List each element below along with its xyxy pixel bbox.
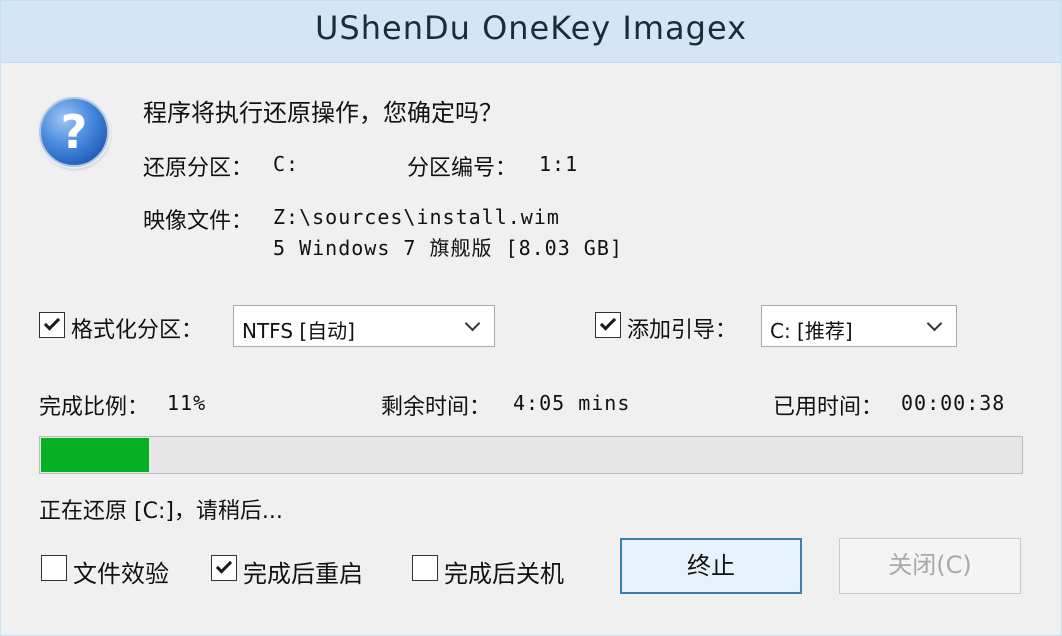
boot-select-value: C: [推荐] <box>770 319 853 343</box>
progress-fill <box>41 438 150 472</box>
title-bar[interactable]: UShenDu OneKey Imagex <box>1 1 1061 63</box>
checkmark-icon <box>599 314 617 331</box>
verify-files-label: 文件效验 <box>73 560 169 588</box>
chevron-down-icon <box>464 315 481 332</box>
stop-button[interactable]: 终止 <box>620 538 802 594</box>
image-file-label: 映像文件： <box>143 209 254 234</box>
remaining-time-label: 剩余时间： <box>381 395 492 420</box>
restart-after-label: 完成后重启 <box>243 560 363 588</box>
add-boot-checkbox[interactable] <box>595 312 621 338</box>
percent-label: 完成比例： <box>39 395 150 420</box>
dialog-window: UShenDu OneKey Imagex ? 程序将执行还原操作，您确定吗？ … <box>0 0 1062 636</box>
restore-partition-label: 还原分区： <box>143 156 254 181</box>
filesystem-select-value: NTFS [自动] <box>242 319 355 343</box>
format-partition-label: 格式化分区： <box>71 318 204 343</box>
status-text: 正在还原 [C:]，请稍后... <box>39 499 283 524</box>
image-file-detail: 5 Windows 7 旗舰版 [8.03 GB] <box>273 236 623 260</box>
boot-select[interactable]: C: [推荐] <box>761 305 957 347</box>
shutdown-after-label: 完成后关机 <box>444 560 564 588</box>
shutdown-after-checkbox[interactable] <box>412 555 438 581</box>
remaining-time-value: 4:05 mins <box>513 391 631 415</box>
chevron-down-icon <box>926 315 943 332</box>
partition-number-value: 1:1 <box>539 152 579 176</box>
image-file-path: Z:\sources\install.wim <box>273 205 560 229</box>
question-icon: ? <box>39 97 109 167</box>
format-partition-checkbox[interactable] <box>39 312 65 338</box>
window-title: UShenDu OneKey Imagex <box>314 9 747 47</box>
verify-files-checkbox[interactable] <box>41 555 67 581</box>
add-boot-label: 添加引导： <box>627 318 738 343</box>
percent-value: 11% <box>167 391 207 415</box>
confirm-question: 程序将执行还原操作，您确定吗？ <box>143 99 503 127</box>
checkmark-icon <box>215 557 233 574</box>
restore-partition-value: C: <box>273 152 300 176</box>
close-button[interactable]: 关闭(C) <box>839 538 1021 594</box>
partition-number-label: 分区编号： <box>407 156 518 181</box>
elapsed-time-label: 已用时间： <box>773 395 884 420</box>
filesystem-select[interactable]: NTFS [自动] <box>233 305 495 347</box>
checkmark-icon <box>43 314 61 331</box>
elapsed-time-value: 00:00:38 <box>901 391 1006 415</box>
progress-bar <box>39 436 1023 474</box>
restart-after-checkbox[interactable] <box>211 555 237 581</box>
